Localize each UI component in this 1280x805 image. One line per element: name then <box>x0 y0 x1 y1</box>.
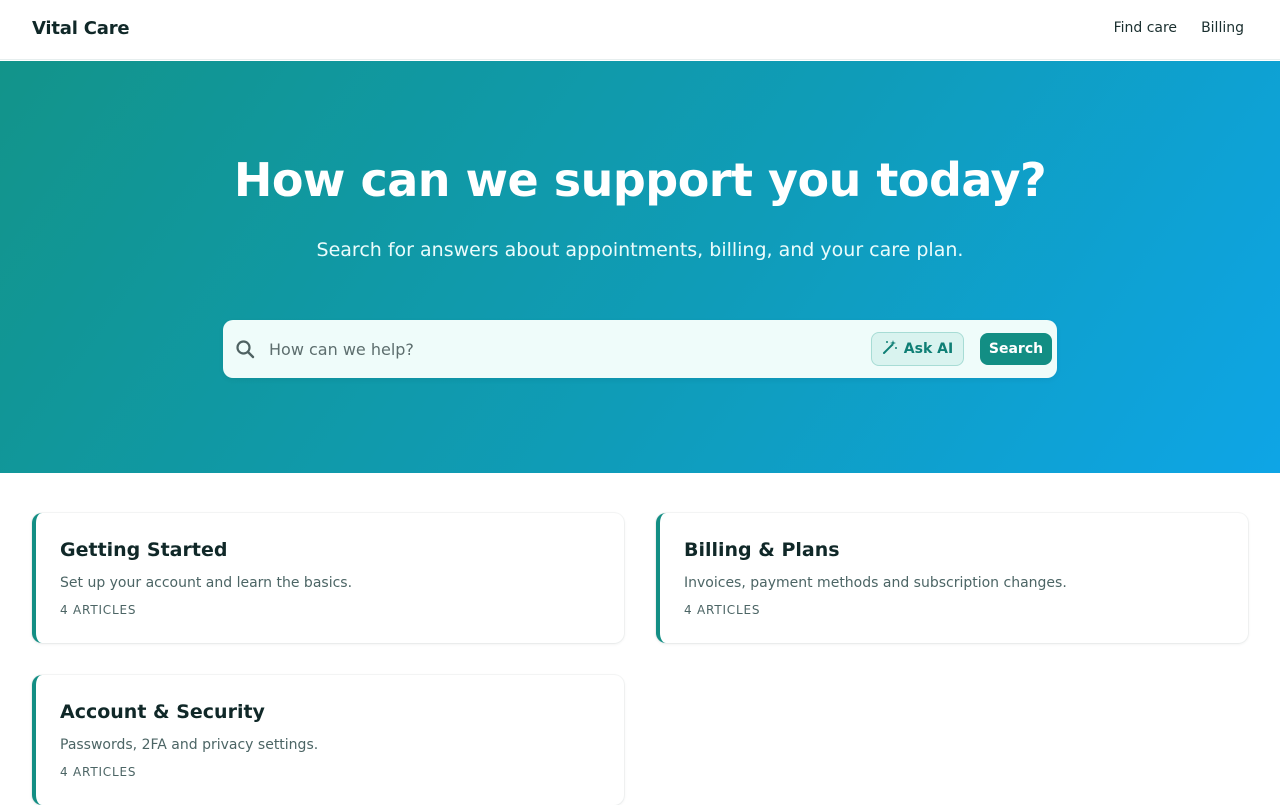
ask-ai-label: Ask AI <box>903 341 954 357</box>
search-icon <box>235 339 255 359</box>
magic-wand-icon <box>882 339 898 359</box>
category-card-billing-plans[interactable]: Billing & Plans Invoices, payment method… <box>656 513 1248 643</box>
search-bar: Ask AI Search <box>223 320 1057 378</box>
category-card-account-security[interactable]: Account & Security Passwords, 2FA and pr… <box>32 675 624 805</box>
hero-subtitle: Search for answers about appointments, b… <box>316 239 964 261</box>
ask-ai-button[interactable]: Ask AI <box>871 332 964 366</box>
search-input[interactable] <box>269 330 859 368</box>
top-navigation-bar: Vital Care Find care Billing <box>0 0 1280 60</box>
article-count: 4 ARTICLES <box>684 603 761 617</box>
card-title: Getting Started <box>60 539 228 561</box>
search-button[interactable]: Search <box>980 333 1052 365</box>
brand-logo[interactable]: Vital Care <box>32 18 130 39</box>
article-count: 4 ARTICLES <box>60 765 137 779</box>
article-count: 4 ARTICLES <box>60 603 137 617</box>
nav-link-billing[interactable]: Billing <box>1201 20 1244 36</box>
page-title: How can we support you today? <box>233 153 1047 207</box>
main-nav: Find care Billing <box>1114 20 1244 36</box>
card-description: Passwords, 2FA and privacy settings. <box>60 737 319 753</box>
card-title: Billing & Plans <box>684 539 840 561</box>
category-card-getting-started[interactable]: Getting Started Set up your account and … <box>32 513 624 643</box>
nav-link-find-care[interactable]: Find care <box>1114 20 1177 36</box>
card-title: Account & Security <box>60 701 265 723</box>
card-description: Invoices, payment methods and subscripti… <box>684 575 1067 591</box>
hero-banner: How can we support you today? Search for… <box>0 61 1280 473</box>
card-description: Set up your account and learn the basics… <box>60 575 353 591</box>
